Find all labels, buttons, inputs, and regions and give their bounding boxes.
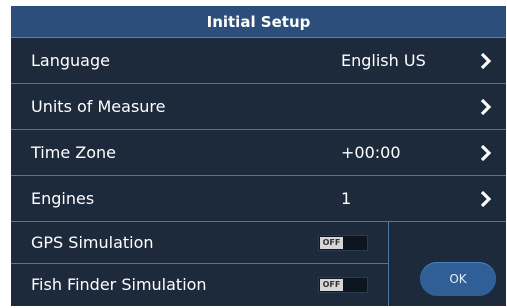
fish-finder-simulation-toggle[interactable]: OFF [318,277,368,293]
time-zone-label: Time Zone [31,143,116,162]
engines-label: Engines [31,189,95,208]
vertical-divider [388,222,389,306]
chevron-right-icon [480,191,492,207]
fish-finder-simulation-label: Fish Finder Simulation [31,275,207,294]
toggle-state-label: OFF [320,237,343,249]
chevron-right-icon [480,53,492,69]
time-zone-row[interactable]: Time Zone +00:00 [11,130,506,176]
simulation-area: GPS Simulation OFF Fish Finder Simulatio… [11,222,506,306]
units-of-measure-row[interactable]: Units of Measure [11,84,506,130]
toggle-state-label: OFF [320,279,343,291]
engines-row[interactable]: Engines 1 [11,176,506,222]
language-value: English US [341,51,426,70]
gps-simulation-label: GPS Simulation [31,233,154,252]
language-label: Language [31,51,110,70]
initial-setup-dialog: Initial Setup Language English US Units … [11,6,506,306]
language-row[interactable]: Language English US [11,38,506,84]
gps-simulation-row: GPS Simulation OFF [11,222,388,264]
chevron-right-icon [480,99,492,115]
gps-simulation-toggle[interactable]: OFF [318,235,368,251]
chevron-right-icon [480,145,492,161]
ok-button[interactable]: OK [420,262,496,296]
fish-finder-simulation-row: Fish Finder Simulation OFF [11,264,388,306]
dialog-title: Initial Setup [11,6,506,38]
engines-value: 1 [341,189,352,208]
time-zone-value: +00:00 [341,143,401,162]
units-of-measure-label: Units of Measure [31,97,166,116]
